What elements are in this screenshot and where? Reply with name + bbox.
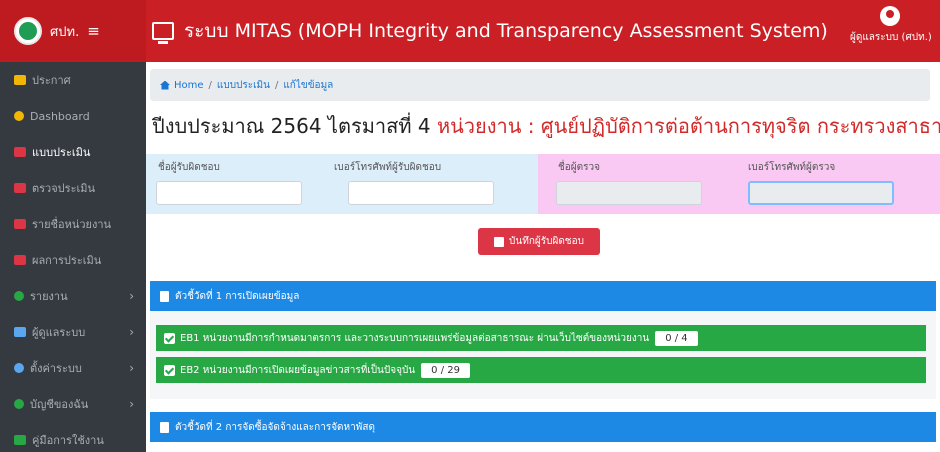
indicator-1-body: EB1 หน่วยงานมีการกำหนดมาตรการ และวางระบบ… xyxy=(150,311,936,399)
book-icon xyxy=(14,435,26,445)
gear-icon xyxy=(14,363,24,373)
period-text: ปีงบประมาณ 2564 ไตรมาสที่ 4 xyxy=(152,114,431,138)
top-navbar: ศปท. ≡ ระบบ MITAS (MOPH Integrity and Tr… xyxy=(0,0,940,62)
list-icon xyxy=(14,219,26,229)
sidebar-item-agency-list[interactable]: รายชื่อหน่วยงาน xyxy=(0,206,146,242)
breadcrumb-home[interactable]: Home xyxy=(174,80,204,91)
indicator-1-title: ตัวชี้วัดที่ 1 การเปิดเผยข้อมูล xyxy=(175,290,300,302)
sidebar-item-results[interactable]: ผลการประเมิน xyxy=(0,242,146,278)
megaphone-icon xyxy=(14,75,26,85)
indicator-item-label: EB2 หน่วยงานมีการเปิดเผยข้อมูลข่าวสารที่… xyxy=(180,364,416,376)
responsible-name-input[interactable] xyxy=(156,181,302,205)
chevron-right-icon: › xyxy=(129,325,134,339)
sidebar-item-settings[interactable]: ตั้งค่าระบบ › xyxy=(0,350,146,386)
sidebar-item-reports[interactable]: รายงาน › xyxy=(0,278,146,314)
score-badge: 0 / 4 xyxy=(655,330,698,346)
system-title-text: ระบบ MITAS (MOPH Integrity and Transpare… xyxy=(184,20,828,42)
hamburger-menu-icon[interactable]: ≡ xyxy=(87,22,100,40)
sidebar-item-label: ผลการประเมิน xyxy=(32,254,102,267)
checked-box-icon xyxy=(164,364,175,376)
system-title: ระบบ MITAS (MOPH Integrity and Transpare… xyxy=(152,16,828,46)
sidebar-item-label: คู่มือการใช้งาน xyxy=(32,434,104,447)
unit-text: หน่วยงาน : ศูนย์ปฏิบัติการต่อต้านการทุจร… xyxy=(436,114,940,138)
sidebar-item-announcement[interactable]: ประกาศ xyxy=(0,62,146,98)
inspector-phone-input[interactable] xyxy=(748,181,894,205)
document-icon xyxy=(160,421,169,433)
inspector-phone-label: เบอร์โทรศัพท์ผู้ตรวจ xyxy=(748,162,836,173)
indicator-2-title: ตัวชี้วัดที่ 2 การจัดซื้อจัดจ้างและการจั… xyxy=(175,421,375,433)
sidebar-item-my-account[interactable]: บัญชีของฉัน › xyxy=(0,386,146,422)
breadcrumb-assessment[interactable]: แบบประเมิน xyxy=(217,78,270,93)
sidebar-item-label: ผู้ดูแลระบบ xyxy=(32,326,86,339)
chevron-right-icon: › xyxy=(129,289,134,303)
sidebar-item-label: รายชื่อหน่วยงาน xyxy=(32,218,112,231)
indicator-item-eb1[interactable]: EB1 หน่วยงานมีการกำหนดมาตรการ และวางระบบ… xyxy=(156,325,926,351)
score-badge: 0 / 29 xyxy=(421,362,470,378)
floppy-disk-icon xyxy=(494,236,505,247)
sidebar-item-label: Dashboard xyxy=(30,109,90,123)
main-content: Home / แบบประเมิน / แก้ไขข้อมูล ปีงบประม… xyxy=(146,62,940,452)
dashboard-icon xyxy=(14,111,24,121)
sidebar-item-assessment-form[interactable]: แบบประเมิน xyxy=(0,134,146,170)
moph-logo-icon xyxy=(14,17,42,45)
home-icon xyxy=(160,80,170,90)
monitor-icon xyxy=(152,22,174,44)
responsible-section: ชื่อผู้รับผิดชอบ เบอร์โทรศัพท์ผู้รับผิดช… xyxy=(146,154,538,214)
inspector-name-label: ชื่อผู้ตรวจ xyxy=(558,162,600,173)
responsible-name-label: ชื่อผู้รับผิดชอบ xyxy=(158,162,220,173)
responsible-phone-label: เบอร์โทรศัพท์ผู้รับผิดชอบ xyxy=(334,162,442,173)
sidebar-item-label: รายงาน xyxy=(30,290,68,303)
sidebar: ประกาศ Dashboard แบบประเมิน ตรวจประเมิน … xyxy=(0,62,146,452)
save-button-label: บันทึกผู้รับผิดชอบ xyxy=(509,236,584,247)
chevron-right-icon: › xyxy=(129,397,134,411)
page-title: ปีงบประมาณ 2564 ไตรมาสที่ 4 หน่วยงาน : ศ… xyxy=(152,110,940,142)
user-circle-icon xyxy=(880,6,900,26)
breadcrumb-edit[interactable]: แก้ไขข้อมูล xyxy=(283,78,333,93)
sidebar-item-label: ประกาศ xyxy=(32,74,71,87)
document-icon xyxy=(160,290,169,302)
indicator-1-header[interactable]: ตัวชี้วัดที่ 1 การเปิดเผยข้อมูล xyxy=(150,281,936,311)
checked-box-icon xyxy=(164,332,175,344)
document-icon xyxy=(14,147,26,157)
brand-area[interactable]: ศปท. ≡ xyxy=(0,0,146,62)
sidebar-item-manual[interactable]: คู่มือการใช้งาน xyxy=(0,422,146,452)
users-icon xyxy=(14,327,26,337)
indicator-2-header[interactable]: ตัวชี้วัดที่ 2 การจัดซื้อจัดจ้างและการจั… xyxy=(150,412,936,442)
checkbox-icon xyxy=(14,183,26,193)
account-icon xyxy=(14,399,24,409)
sidebar-item-dashboard[interactable]: Dashboard xyxy=(0,98,146,134)
indicator-item-label: EB1 หน่วยงานมีการกำหนดมาตรการ และวางระบบ… xyxy=(180,332,650,344)
pie-chart-icon xyxy=(14,291,24,301)
sidebar-item-label: แบบประเมิน xyxy=(32,146,91,159)
user-menu[interactable]: ผู้ดูแลระบบ (ศปท.) xyxy=(850,6,932,45)
pdf-icon xyxy=(14,255,26,265)
chevron-right-icon: › xyxy=(129,361,134,375)
sidebar-item-label: ตั้งค่าระบบ xyxy=(30,362,82,375)
user-label: ผู้ดูแลระบบ (ศปท.) xyxy=(850,32,932,43)
responsible-phone-input[interactable] xyxy=(348,181,494,205)
sidebar-item-label: ตรวจประเมิน xyxy=(32,182,96,195)
sidebar-item-inspection[interactable]: ตรวจประเมิน xyxy=(0,170,146,206)
inspector-name-input xyxy=(556,181,702,205)
responsible-form: ชื่อผู้รับผิดชอบ เบอร์โทรศัพท์ผู้รับผิดช… xyxy=(146,154,940,214)
sidebar-item-label: บัญชีของฉัน xyxy=(30,398,89,411)
brand-name: ศปท. xyxy=(50,24,80,40)
inspector-section: ชื่อผู้ตรวจ เบอร์โทรศัพท์ผู้ตรวจ xyxy=(538,154,940,214)
save-responsible-button[interactable]: บันทึกผู้รับผิดชอบ xyxy=(478,228,600,255)
indicator-item-eb2[interactable]: EB2 หน่วยงานมีการเปิดเผยข้อมูลข่าวสารที่… xyxy=(156,357,926,383)
sidebar-item-admin[interactable]: ผู้ดูแลระบบ › xyxy=(0,314,146,350)
breadcrumb: Home / แบบประเมิน / แก้ไขข้อมูล xyxy=(150,69,930,101)
